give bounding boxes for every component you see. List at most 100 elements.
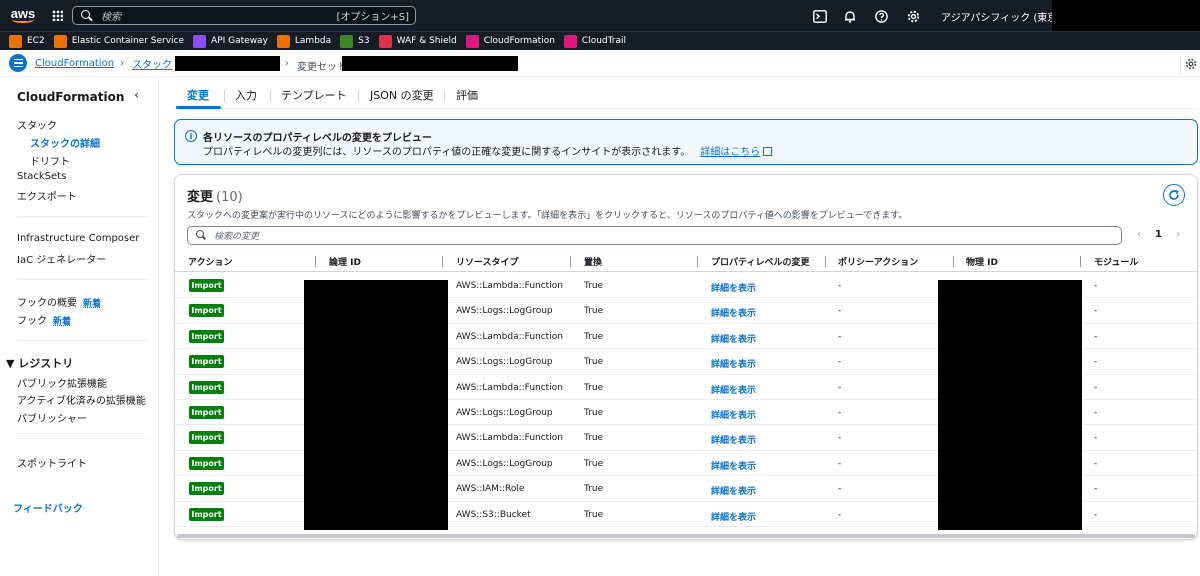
sidebar-item-infrastructure-composer[interactable]: Infrastructure Composer [17, 233, 139, 244]
new-badge: 新着 [83, 299, 102, 309]
view-details-link[interactable]: 詳細を表示 [711, 510, 756, 523]
sidebar-item-hooks[interactable]: フック 新着 [17, 312, 71, 327]
action-badge: Import [189, 279, 224, 292]
view-details-link[interactable]: 詳細を表示 [711, 357, 756, 370]
favorite-ec2[interactable]: EC2 [9, 34, 45, 48]
tab-input[interactable]: 入力 [235, 87, 257, 103]
sidebar-item-iac-generator[interactable]: IaC ジェネレーター [17, 251, 106, 266]
view-details-link[interactable]: 詳細を表示 [711, 306, 756, 319]
column-resizer[interactable] [315, 256, 316, 267]
sidebar-item-stacksets[interactable]: StackSets [17, 171, 66, 182]
column-header-module[interactable]: モジュール [1094, 255, 1138, 268]
next-page-icon[interactable]: › [1176, 229, 1180, 240]
favorite-label: EC2 [27, 36, 45, 46]
replacement-cell: True [584, 509, 604, 520]
learn-more-link[interactable]: 詳細はこちら [700, 147, 760, 158]
view-details-link[interactable]: 詳細を表示 [711, 484, 756, 497]
settings-panel-icon[interactable] [1180, 54, 1200, 74]
favorite-cloudformation[interactable]: CloudFormation [465, 34, 555, 48]
view-details-link[interactable]: 詳細を表示 [711, 383, 756, 396]
column-header-resource-type[interactable]: リソースタイプ [456, 255, 519, 268]
column-resizer[interactable] [570, 256, 571, 267]
favorite-waf-shield[interactable]: WAF & Shield [378, 34, 457, 48]
replacement-cell: True [584, 433, 604, 444]
info-alert-title: 各リソースのプロパティレベルの変更をプレビュー [203, 133, 432, 144]
sidebar-item-exports[interactable]: エクスポート [17, 188, 77, 203]
external-link-icon [763, 147, 773, 156]
refresh-button[interactable] [1163, 184, 1185, 206]
feedback-link[interactable]: フィードバック [13, 500, 83, 515]
sidebar-item-hooks-overview[interactable]: フックの概要 新着 [17, 294, 101, 309]
sidebar-item-stack-details[interactable]: スタックの詳細 [30, 135, 100, 150]
action-badge: Import [189, 355, 224, 369]
chevron-left-icon[interactable]: ‹ [134, 88, 139, 103]
info-alert: i 各リソースのプロパティレベルの変更をプレビュー プロパティレベルの変更列には… [174, 119, 1198, 165]
tab-evaluation[interactable]: 評価 [456, 87, 478, 103]
help-icon[interactable] [872, 7, 890, 25]
column-resizer[interactable] [1080, 256, 1081, 267]
cloudshell-icon[interactable] [811, 7, 829, 25]
replacement-cell: True [584, 382, 604, 393]
sidebar-item-activated-extensions[interactable]: アクティブ化済みの拡張機能 [17, 392, 146, 407]
view-details-link[interactable]: 詳細を表示 [711, 332, 756, 345]
module-cell: - [1094, 281, 1098, 291]
search-icon [196, 230, 207, 241]
global-search-input[interactable]: 検索 [オプション+S] [72, 6, 416, 25]
sidebar-item-stacks[interactable]: スタック [17, 117, 57, 132]
breadcrumb-cloudformation[interactable]: CloudFormation [35, 58, 114, 69]
horizontal-scrollbar[interactable] [177, 534, 1195, 538]
column-header-logical-id[interactable]: 論理 ID [329, 255, 361, 268]
breadcrumb-stack-name-redacted[interactable] [175, 56, 280, 71]
column-resizer[interactable] [697, 256, 698, 267]
column-header-replacement[interactable]: 置換 [584, 255, 602, 268]
column-resizer[interactable] [825, 256, 826, 267]
favorite-cloudtrail[interactable]: CloudTrail [563, 34, 626, 48]
view-details-link[interactable]: 詳細を表示 [711, 281, 756, 294]
column-header-policy-action[interactable]: ポリシーアクション [838, 255, 918, 268]
region-selector[interactable]: アジアパシフィック (東京) ▾ [941, 9, 1069, 24]
waf-shield-icon [378, 34, 392, 48]
favorite-s3[interactable]: S3 [340, 34, 370, 48]
column-header-physical-id[interactable]: 物理 ID [966, 255, 998, 268]
sidebar-item-publishers[interactable]: パブリッシャー [17, 410, 87, 425]
view-details-link[interactable]: 詳細を表示 [711, 433, 756, 446]
refresh-icon [1169, 189, 1179, 200]
breadcrumb-changeset-name-redacted [342, 56, 518, 71]
view-details-link[interactable]: 詳細を表示 [711, 459, 756, 472]
favorite-ecs[interactable]: Elastic Container Service [53, 34, 184, 48]
favorite-label: CloudFormation [483, 36, 555, 46]
bell-icon[interactable] [841, 7, 859, 25]
current-page[interactable]: 1 [1155, 229, 1162, 240]
previous-page-icon[interactable]: ‹ [1137, 229, 1141, 240]
sidebar-group-registry[interactable]: ▼ レジストリ [6, 355, 73, 371]
sidebar-item-public-extensions[interactable]: パブリック拡張機能 [17, 375, 107, 390]
changes-search-input[interactable]: 検索の変更 [187, 226, 1122, 245]
column-header-action[interactable]: アクション [188, 255, 233, 268]
tab-changes[interactable]: 変更 [187, 87, 209, 103]
lambda-icon [276, 34, 290, 48]
column-header-property-changes[interactable]: プロパティレベルの変更 [711, 255, 809, 268]
services-menu-button[interactable] [46, 5, 68, 27]
top-navigation: aws 検索 [オプション+S] アジアパシフィック (東京) ▾ [0, 0, 1200, 31]
tab-json-changes[interactable]: JSON の変更 [370, 87, 434, 103]
favorite-api-gateway[interactable]: API Gateway [193, 34, 268, 48]
tab-divider [270, 90, 271, 102]
aws-logo[interactable]: aws [0, 0, 46, 31]
account-menu-redacted[interactable] [1052, 0, 1200, 31]
search-shortcut: [オプション+S] [336, 12, 409, 23]
sidebar-divider [17, 438, 148, 439]
column-resizer[interactable] [442, 256, 443, 267]
gear-icon[interactable] [904, 7, 922, 25]
view-details-link[interactable]: 詳細を表示 [711, 408, 756, 421]
tab-template[interactable]: テンプレート [281, 87, 347, 103]
favorite-lambda[interactable]: Lambda [276, 34, 331, 48]
favorite-label: WAF & Shield [396, 36, 457, 46]
menu-icon[interactable] [9, 54, 27, 72]
resource-type-cell: AWS::S3::Bucket [456, 509, 531, 520]
sidebar-item-drift[interactable]: ドリフト [30, 153, 70, 168]
new-badge: 新着 [53, 317, 72, 327]
action-badge: Import [189, 456, 224, 470]
column-resizer[interactable] [953, 256, 954, 267]
breadcrumb-stacks[interactable]: スタック [132, 56, 172, 71]
sidebar-item-spotlight[interactable]: スポットライト [17, 455, 87, 470]
